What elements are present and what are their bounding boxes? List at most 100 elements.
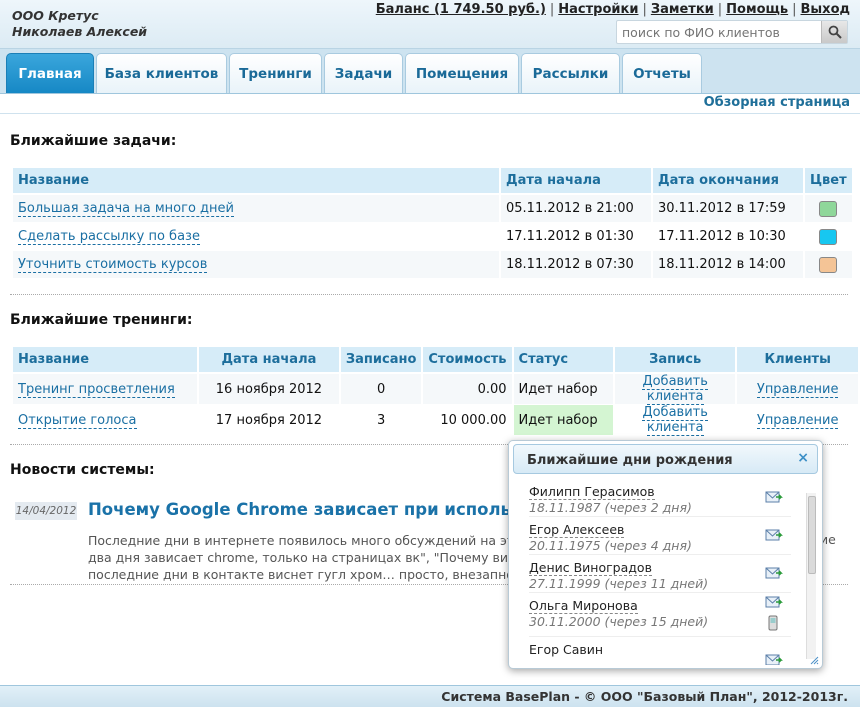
close-icon[interactable]: × xyxy=(797,450,809,466)
sub-bar: Обзорная страница xyxy=(0,93,860,113)
task-start: 17.11.2012 в 01:30 xyxy=(501,223,651,251)
birthday-name[interactable]: Денис Виноградов xyxy=(529,560,652,576)
col-task-color: Цвет xyxy=(805,168,852,195)
training-enrolled: 0 xyxy=(340,374,422,405)
task-end: 17.11.2012 в 10:30 xyxy=(653,223,803,251)
training-cost: 0.00 xyxy=(423,374,512,405)
top-links: Баланс (1 749.50 руб.) | Настройки | Заметки… xyxy=(375,2,850,17)
page-title: Обзорная страница xyxy=(703,95,850,110)
footer-copyright: Система BasePlan - © ООО "Базовый План",… xyxy=(441,689,848,704)
training-start: 16 ноября 2012 xyxy=(198,374,339,405)
help-link[interactable]: Помощь xyxy=(726,2,788,17)
company-block: ООО Кретус Николаев Алексей xyxy=(12,8,147,40)
task-end: 30.11.2012 в 17:59 xyxy=(653,195,803,223)
trainings-table: Название Дата начала Записано Стоимость … xyxy=(11,347,860,436)
news-headline-link[interactable]: Почему Google Chrome зависает при исполь… xyxy=(88,500,512,519)
birthday-list: Филипп Герасимов 18.11.1987 (через 2 дня… xyxy=(509,479,804,665)
col-training-status: Статус xyxy=(513,347,613,374)
table-row: Уточнить стоимость курсов 18.11.2012 в 0… xyxy=(13,251,852,279)
list-item: Егор Алексеев 20.11.1975 (через 4 дня) xyxy=(529,517,791,555)
news-title: Новости системы: xyxy=(10,462,155,478)
divider xyxy=(10,294,848,295)
resize-grip-icon[interactable] xyxy=(809,655,819,665)
user-name: Николаев Алексей xyxy=(12,24,148,39)
balance-link[interactable]: Баланс (1 749.50 руб.) xyxy=(376,2,546,17)
add-client-link[interactable]: Добавить клиента xyxy=(642,405,708,436)
col-task-name: Название xyxy=(13,168,499,195)
status-badge: Идет набор xyxy=(513,374,613,405)
col-training-enrolled: Записано xyxy=(340,347,422,374)
training-link[interactable]: Тренинг просветления xyxy=(18,381,175,398)
add-client-link[interactable]: Добавить клиента xyxy=(642,374,708,405)
news-date: 14/04/2012 xyxy=(15,502,77,520)
task-color-swatch xyxy=(819,228,838,245)
task-link[interactable]: Уточнить стоимость курсов xyxy=(18,257,208,273)
tab-home[interactable]: Главная xyxy=(6,53,94,93)
search-button[interactable] xyxy=(821,21,847,43)
mail-icon[interactable] xyxy=(765,653,783,665)
task-link[interactable]: Сделать рассылку по базе xyxy=(18,229,200,245)
task-end: 18.11.2012 в 14:00 xyxy=(653,251,803,279)
tab-rooms[interactable]: Помещения xyxy=(405,53,519,93)
header: ООО Кретус Николаев Алексей Баланс (1 74… xyxy=(0,0,860,48)
birthday-date: 30.11.2000 (через 15 дней) xyxy=(529,614,709,629)
task-color-swatch xyxy=(819,200,838,217)
mail-icon[interactable] xyxy=(765,566,783,580)
mail-icon[interactable] xyxy=(765,595,783,609)
popup-title: Ближайшие дни рождения xyxy=(527,453,733,468)
table-row: Открытие голоса 17 ноября 2012 3 10 000.… xyxy=(13,405,858,436)
birthday-date: 18.11.1987 (через 2 дня) xyxy=(529,500,692,515)
mail-icon[interactable] xyxy=(765,490,783,504)
popup-header: Ближайшие дни рождения × xyxy=(513,444,818,474)
list-item: Ольга Миронова 30.11.2000 (через 15 дней… xyxy=(529,593,791,637)
col-training-signup: Запись xyxy=(614,347,736,374)
trainings-title: Ближайшие тренинги: xyxy=(10,312,193,328)
col-task-end: Дата окончания xyxy=(653,168,803,195)
list-item: Денис Виноградов 27.11.1999 (через 11 дн… xyxy=(529,555,791,593)
search-input[interactable] xyxy=(617,21,823,43)
col-training-cost: Стоимость xyxy=(423,347,512,374)
list-item: Егор Савин xyxy=(529,637,791,665)
status-badge: Идет набор xyxy=(513,405,613,436)
table-row: Сделать рассылку по базе 17.11.2012 в 01… xyxy=(13,223,852,251)
company-name: ООО Кретус xyxy=(12,8,99,23)
client-search xyxy=(616,20,848,44)
tab-clients[interactable]: База клиентов xyxy=(96,53,227,93)
popup-scrollbar[interactable] xyxy=(806,493,816,659)
col-training-name: Название xyxy=(13,347,197,374)
col-task-start: Дата начала xyxy=(501,168,651,195)
birthday-date: 27.11.1999 (через 11 дней) xyxy=(529,576,709,591)
phone-icon[interactable] xyxy=(768,615,778,631)
list-item: Филипп Герасимов 18.11.1987 (через 2 дня… xyxy=(529,479,791,517)
notes-link[interactable]: Заметки xyxy=(651,2,714,17)
task-start: 18.11.2012 в 07:30 xyxy=(501,251,651,279)
birthday-name[interactable]: Егор Савин xyxy=(529,642,603,657)
tab-reports[interactable]: Отчеты xyxy=(622,53,702,93)
training-start: 17 ноября 2012 xyxy=(198,405,339,436)
manage-clients-link[interactable]: Управление xyxy=(756,412,839,429)
birthday-name[interactable]: Филипп Герасимов xyxy=(529,484,655,500)
settings-link[interactable]: Настройки xyxy=(558,2,638,17)
task-link[interactable]: Большая задача на много дней xyxy=(18,201,234,217)
search-icon xyxy=(828,25,842,39)
col-training-start: Дата начала xyxy=(198,347,339,374)
main-tabs: Главная База клиентов Тренинги Задачи По… xyxy=(0,48,860,93)
col-training-clients: Клиенты xyxy=(737,347,858,374)
logout-link[interactable]: Выход xyxy=(801,2,850,17)
manage-clients-link[interactable]: Управление xyxy=(756,381,839,398)
birthday-name[interactable]: Егор Алексеев xyxy=(529,522,625,538)
training-link[interactable]: Открытие голоса xyxy=(18,412,137,429)
table-row: Тренинг просветления 16 ноября 2012 0 0.… xyxy=(13,374,858,405)
training-enrolled: 3 xyxy=(340,405,422,436)
birthday-name[interactable]: Ольга Миронова xyxy=(529,598,638,614)
tab-mailings[interactable]: Рассылки xyxy=(521,53,620,93)
mail-icon[interactable] xyxy=(765,528,783,542)
table-row: Большая задача на много дней 05.11.2012 … xyxy=(13,195,852,223)
tasks-table: Название Дата начала Дата окончания Цвет… xyxy=(11,168,854,279)
birthday-date: 20.11.1975 (через 4 дня) xyxy=(529,538,692,553)
task-start: 05.11.2012 в 21:00 xyxy=(501,195,651,223)
task-color-swatch xyxy=(819,256,838,273)
tab-trainings[interactable]: Тренинги xyxy=(229,53,322,93)
tab-tasks[interactable]: Задачи xyxy=(324,53,403,93)
scroll-thumb[interactable] xyxy=(808,496,816,574)
